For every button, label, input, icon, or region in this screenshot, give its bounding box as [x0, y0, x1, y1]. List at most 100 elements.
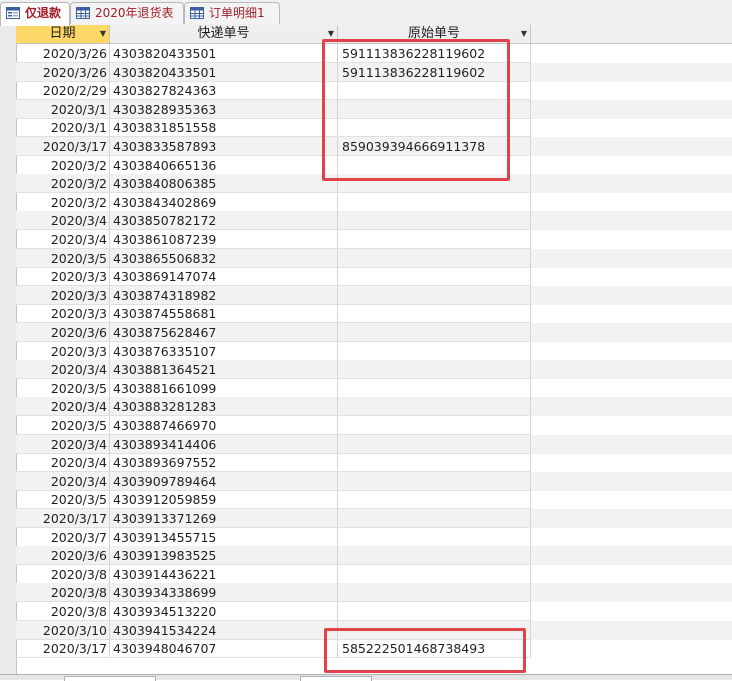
original-order-cell[interactable]	[338, 378, 531, 398]
tab-2[interactable]: 2020年退货表	[70, 2, 184, 24]
original-order-cell[interactable]	[338, 471, 531, 491]
table-row[interactable]: 2020/3/4 4303893414406	[16, 434, 732, 454]
original-order-cell[interactable]	[338, 341, 531, 361]
tracking-number-cell[interactable]: 4303881364521	[110, 360, 338, 380]
table-row[interactable]: 2020/3/5 4303887466970	[16, 416, 732, 435]
original-order-cell[interactable]	[338, 564, 531, 584]
original-order-cell[interactable]	[338, 490, 531, 510]
original-order-cell[interactable]	[338, 267, 531, 287]
date-cell[interactable]: 2020/3/3	[16, 267, 110, 287]
tracking-number-cell[interactable]: 4303893414406	[110, 434, 338, 454]
tracking-number-cell[interactable]: 4303865506832	[110, 248, 338, 268]
tracking-number-cell[interactable]: 4303934513220	[110, 602, 338, 621]
date-cell[interactable]: 2020/3/4	[16, 230, 110, 249]
table-row[interactable]: 2020/3/3 4303874318982	[16, 285, 732, 305]
date-cell[interactable]: 2020/3/3	[16, 285, 110, 305]
column-filter-dropdown-icon[interactable]: ▼	[521, 25, 527, 43]
table-row[interactable]: 2020/3/5 4303912059859	[16, 490, 732, 510]
table-row[interactable]: 2020/3/4 4303850782172	[16, 211, 732, 231]
tracking-number-cell[interactable]: 4303833587893	[110, 137, 338, 156]
table-row[interactable]: 2020/3/5 4303881661099	[16, 378, 732, 398]
original-order-cell[interactable]	[338, 248, 531, 268]
table-row[interactable]: 2020/3/8 4303934338699	[16, 583, 732, 603]
table-row[interactable]: 2020/3/4 4303883281283	[16, 397, 732, 417]
tab-3[interactable]: 订单明细1	[184, 2, 280, 24]
record-selector-column[interactable]	[0, 25, 17, 674]
tracking-number-cell[interactable]: 4303913371269	[110, 509, 338, 528]
column-filter-dropdown-icon[interactable]: ▼	[100, 25, 106, 43]
tracking-number-cell[interactable]: 4303850782172	[110, 211, 338, 231]
table-row[interactable]: 2020/3/4 4303893697552	[16, 453, 732, 473]
original-order-cell[interactable]	[338, 416, 531, 435]
date-cell[interactable]: 2020/3/6	[16, 323, 110, 342]
table-row[interactable]: 2020/3/4 4303909789464	[16, 471, 732, 491]
tracking-number-cell[interactable]: 4303883281283	[110, 397, 338, 417]
table-row[interactable]: 2020/3/4 4303861087239	[16, 230, 732, 249]
date-cell[interactable]: 2020/3/8	[16, 602, 110, 621]
tracking-number-cell[interactable]: 4303843402869	[110, 192, 338, 212]
table-row[interactable]: 2020/3/6 4303913983525	[16, 546, 732, 566]
tracking-number-cell[interactable]: 4303831851558	[110, 118, 338, 138]
date-cell[interactable]: 2020/3/26	[16, 44, 110, 63]
tracking-number-cell[interactable]: 4303861087239	[110, 230, 338, 249]
tracking-number-cell[interactable]: 4303912059859	[110, 490, 338, 510]
date-cell[interactable]: 2020/3/17	[16, 509, 110, 528]
tracking-number-cell[interactable]: 4303913455715	[110, 527, 338, 547]
date-cell[interactable]: 2020/3/4	[16, 434, 110, 454]
tracking-number-cell[interactable]: 4303881661099	[110, 378, 338, 398]
table-row[interactable]: 2020/3/8 4303914436221	[16, 564, 732, 584]
tracking-number-cell[interactable]: 4303840665136	[110, 155, 338, 175]
date-cell[interactable]: 2020/3/26	[16, 62, 110, 82]
tracking-number-cell[interactable]: 4303874318982	[110, 285, 338, 305]
date-cell[interactable]: 2020/3/5	[16, 378, 110, 398]
date-cell[interactable]: 2020/3/17	[16, 137, 110, 156]
date-cell[interactable]: 2020/3/5	[16, 248, 110, 268]
original-order-cell[interactable]	[338, 304, 531, 324]
date-cell[interactable]: 2020/3/4	[16, 453, 110, 473]
original-order-cell[interactable]	[338, 360, 531, 380]
table-row[interactable]: 2020/3/17 4303913371269	[16, 509, 732, 528]
tracking-number-cell[interactable]: 4303914436221	[110, 564, 338, 584]
tracking-number-cell[interactable]: 4303874558681	[110, 304, 338, 324]
tracking-number-cell[interactable]: 4303820433501	[110, 44, 338, 63]
date-cell[interactable]: 2020/3/2	[16, 155, 110, 175]
tracking-number-cell[interactable]: 4303893697552	[110, 453, 338, 473]
date-cell[interactable]: 2020/3/1	[16, 99, 110, 119]
table-row[interactable]: 2020/3/7 4303913455715	[16, 527, 732, 547]
tracking-number-cell[interactable]: 4303941534224	[110, 620, 338, 640]
original-order-cell[interactable]	[338, 192, 531, 212]
table-row[interactable]: 2020/3/2 4303843402869	[16, 192, 732, 212]
table-row[interactable]: 2020/3/4 4303881364521	[16, 360, 732, 380]
date-cell[interactable]: 2020/3/4	[16, 211, 110, 231]
date-cell[interactable]: 2020/3/3	[16, 341, 110, 361]
table-row[interactable]: 2020/3/5 4303865506832	[16, 248, 732, 268]
original-order-cell[interactable]	[338, 434, 531, 454]
tracking-number-cell[interactable]: 4303828935363	[110, 99, 338, 119]
table-row[interactable]: 2020/3/3 4303876335107	[16, 341, 732, 361]
date-cell[interactable]: 2020/3/5	[16, 416, 110, 435]
table-row[interactable]: 2020/3/3 4303869147074	[16, 267, 732, 287]
table-row[interactable]: 2020/3/6 4303875628467	[16, 323, 732, 342]
original-order-cell[interactable]	[338, 211, 531, 231]
date-cell[interactable]: 2020/3/8	[16, 564, 110, 584]
date-cell[interactable]: 2020/3/5	[16, 490, 110, 510]
original-order-cell[interactable]	[338, 323, 531, 342]
tracking-number-cell[interactable]: 4303934338699	[110, 583, 338, 603]
table-row[interactable]: 2020/3/8 4303934513220	[16, 602, 732, 621]
date-cell[interactable]: 2020/3/1	[16, 118, 110, 138]
date-cell[interactable]: 2020/3/4	[16, 360, 110, 380]
date-cell[interactable]: 2020/3/4	[16, 397, 110, 417]
original-order-cell[interactable]	[338, 546, 531, 566]
date-cell[interactable]: 2020/3/2	[16, 174, 110, 194]
original-order-cell[interactable]	[338, 453, 531, 473]
original-order-cell[interactable]	[338, 397, 531, 417]
tracking-number-cell[interactable]: 4303909789464	[110, 471, 338, 491]
original-order-cell[interactable]	[338, 527, 531, 547]
tracking-number-cell[interactable]: 4303876335107	[110, 341, 338, 361]
original-order-cell[interactable]	[338, 602, 531, 621]
tracking-number-cell[interactable]: 4303887466970	[110, 416, 338, 435]
date-cell[interactable]: 2020/3/4	[16, 471, 110, 491]
table-row[interactable]: 2020/3/3 4303874558681	[16, 304, 732, 324]
tracking-number-cell[interactable]: 4303827824363	[110, 81, 338, 101]
date-cell[interactable]: 2020/3/10	[16, 620, 110, 640]
